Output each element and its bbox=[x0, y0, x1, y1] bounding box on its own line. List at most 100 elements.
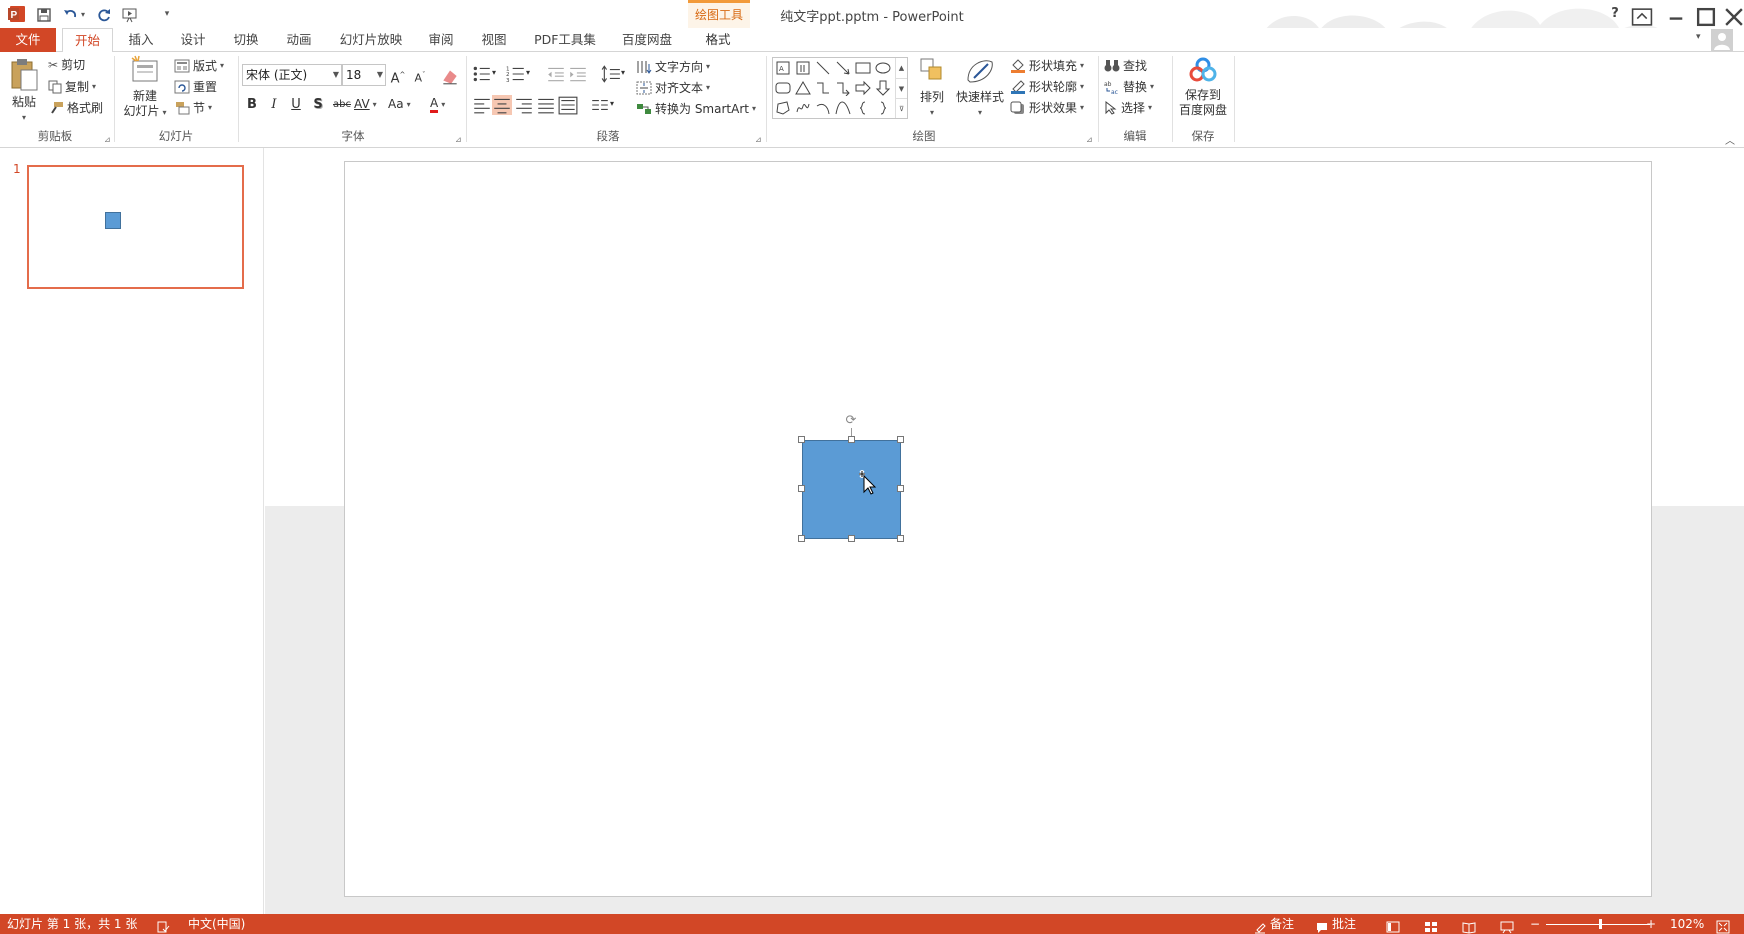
font-launcher-icon[interactable]: ⊿ bbox=[455, 135, 464, 144]
vertical-textbox-shape-icon[interactable] bbox=[795, 60, 811, 76]
grow-font-button[interactable]: A^ bbox=[388, 65, 408, 86]
section-button[interactable]: 节 ▾ bbox=[174, 99, 212, 116]
font-size-combo[interactable]: 18 ▼ bbox=[342, 64, 386, 86]
oval-shape-icon[interactable] bbox=[875, 60, 891, 76]
resize-handle-bottom[interactable] bbox=[848, 535, 855, 542]
triangle-shape-icon[interactable] bbox=[795, 80, 811, 96]
underline-button[interactable]: U bbox=[286, 95, 306, 115]
resize-handle-top[interactable] bbox=[848, 436, 855, 443]
gallery-scroll-up-icon[interactable]: ▲ bbox=[895, 58, 907, 78]
copy-button[interactable]: 复制 ▾ bbox=[48, 78, 96, 95]
right-arrow-shape-icon[interactable] bbox=[855, 80, 871, 96]
ribbon-display-options-icon[interactable] bbox=[1630, 6, 1654, 28]
comments-icon[interactable] bbox=[1316, 918, 1328, 934]
zoom-slider[interactable] bbox=[1546, 919, 1650, 929]
bold-button[interactable]: B bbox=[242, 95, 262, 115]
tab-pdf-tools[interactable]: PDF工具集 bbox=[528, 28, 602, 52]
zoom-level[interactable]: 102% bbox=[1670, 914, 1704, 934]
fit-to-window-icon[interactable] bbox=[1716, 917, 1730, 934]
align-center-icon[interactable] bbox=[492, 95, 512, 115]
bullets-dropdown-icon[interactable]: ▾ bbox=[492, 68, 496, 77]
scribble-shape-icon[interactable] bbox=[795, 100, 811, 116]
rounded-rectangle-shape-icon[interactable] bbox=[775, 80, 791, 96]
text-direction-button[interactable]: 文字方向 ▾ bbox=[636, 58, 710, 75]
gallery-scroll-down-icon[interactable]: ▼ bbox=[895, 78, 907, 98]
freeform-shape-icon[interactable] bbox=[775, 100, 791, 116]
shape-effects-button[interactable]: 形状效果 ▾ bbox=[1010, 99, 1084, 116]
drawing-launcher-icon[interactable]: ⊿ bbox=[1086, 135, 1095, 144]
align-left-icon[interactable] bbox=[472, 95, 492, 115]
change-case-button[interactable]: Aa ▾ bbox=[388, 97, 411, 111]
shape-outline-button[interactable]: 形状轮廓 ▾ bbox=[1010, 78, 1084, 95]
format-painter-button[interactable]: 格式刷 bbox=[48, 99, 103, 116]
reading-view-icon[interactable] bbox=[1462, 917, 1476, 934]
copy-dropdown-icon[interactable]: ▾ bbox=[92, 82, 96, 91]
increase-indent-icon[interactable] bbox=[568, 64, 588, 84]
elbow-connector-shape-icon[interactable] bbox=[815, 80, 831, 96]
cut-button[interactable]: ✂ 剪切 bbox=[48, 56, 85, 73]
left-brace-shape-icon[interactable] bbox=[855, 100, 871, 116]
align-text-button[interactable]: 对齐文本 ▾ bbox=[636, 79, 710, 96]
convert-smartart-button[interactable]: 转换为 SmartArt ▾ bbox=[636, 100, 756, 117]
minimize-icon[interactable] bbox=[1664, 6, 1688, 28]
paste-dropdown-icon[interactable]: ▾ bbox=[6, 110, 42, 125]
find-button[interactable]: 查找 bbox=[1104, 57, 1147, 74]
tab-transitions[interactable]: 切换 bbox=[223, 28, 269, 52]
slideshow-view-icon[interactable] bbox=[1500, 917, 1514, 934]
account-avatar-icon[interactable] bbox=[1711, 29, 1733, 51]
normal-view-icon[interactable] bbox=[1386, 917, 1400, 934]
font-size-dropdown-icon[interactable]: ▼ bbox=[377, 65, 383, 85]
quick-styles-dropdown-icon[interactable]: ▾ bbox=[954, 105, 1006, 120]
shapes-gallery[interactable]: A ▲ ▼ ⊽ bbox=[772, 57, 908, 119]
line-shape-icon[interactable] bbox=[815, 60, 831, 76]
down-arrow-shape-icon[interactable] bbox=[875, 80, 891, 96]
layout-dropdown-icon[interactable]: ▾ bbox=[220, 61, 224, 70]
tab-format[interactable]: 格式 bbox=[694, 28, 742, 52]
font-name-combo[interactable]: 宋体 (正文) ▼ bbox=[242, 64, 342, 86]
arrow-line-shape-icon[interactable] bbox=[835, 60, 851, 76]
select-button[interactable]: 选择 ▾ bbox=[1104, 99, 1152, 116]
font-color-button[interactable]: A ▾ bbox=[430, 96, 445, 113]
comments-button[interactable]: 批注 bbox=[1332, 914, 1356, 934]
resize-handle-right[interactable] bbox=[897, 485, 904, 492]
columns-icon[interactable] bbox=[590, 95, 610, 115]
shape-fill-button[interactable]: 形状填充 ▾ bbox=[1010, 57, 1084, 74]
paste-button[interactable]: 粘贴 ▾ bbox=[6, 57, 42, 125]
paragraph-launcher-icon[interactable]: ⊿ bbox=[755, 135, 764, 144]
spell-check-icon[interactable] bbox=[156, 917, 170, 934]
gallery-more-icon[interactable]: ⊽ bbox=[895, 98, 907, 118]
resize-handle-top-right[interactable] bbox=[897, 436, 904, 443]
arrange-button[interactable]: 排列 ▾ bbox=[914, 56, 950, 120]
slide-canvas[interactable] bbox=[344, 161, 1652, 897]
bullets-icon[interactable] bbox=[472, 64, 492, 84]
tab-slideshow[interactable]: 幻灯片放映 bbox=[333, 28, 409, 52]
tab-animations[interactable]: 动画 bbox=[276, 28, 322, 52]
tab-file[interactable]: 文件 bbox=[0, 28, 56, 52]
clear-formatting-icon[interactable] bbox=[440, 66, 460, 86]
shrink-font-button[interactable]: Aˇ bbox=[410, 65, 430, 85]
tab-insert[interactable]: 插入 bbox=[118, 28, 164, 52]
slide-thumbnail[interactable] bbox=[27, 165, 244, 289]
zoom-out-button[interactable]: − bbox=[1530, 914, 1540, 934]
resize-handle-bottom-right[interactable] bbox=[897, 535, 904, 542]
numbering-dropdown-icon[interactable]: ▾ bbox=[526, 68, 530, 77]
zoom-slider-thumb[interactable] bbox=[1599, 919, 1603, 929]
arrange-dropdown-icon[interactable]: ▾ bbox=[914, 105, 950, 120]
rectangle-shape-icon[interactable] bbox=[855, 60, 871, 76]
text-shadow-button[interactable]: S bbox=[308, 95, 328, 115]
tab-design[interactable]: 设计 bbox=[170, 28, 216, 52]
tab-view[interactable]: 视图 bbox=[471, 28, 517, 52]
character-spacing-button[interactable]: AV ▾ bbox=[354, 97, 377, 111]
rotate-handle-icon[interactable]: ⟳ bbox=[844, 414, 858, 428]
distributed-icon[interactable] bbox=[558, 95, 578, 115]
numbering-icon[interactable]: 123 bbox=[506, 64, 526, 84]
curve-shape-icon[interactable] bbox=[835, 100, 851, 116]
zoom-in-button[interactable]: + bbox=[1646, 914, 1656, 934]
notes-icon[interactable] bbox=[1254, 918, 1266, 934]
elbow-arrow-shape-icon[interactable] bbox=[835, 80, 851, 96]
notes-button[interactable]: 备注 bbox=[1270, 914, 1294, 934]
restore-icon[interactable] bbox=[1694, 6, 1718, 28]
arc-shape-icon[interactable] bbox=[815, 100, 831, 116]
resize-handle-bottom-left[interactable] bbox=[798, 535, 805, 542]
clipboard-launcher-icon[interactable]: ⊿ bbox=[104, 135, 113, 144]
